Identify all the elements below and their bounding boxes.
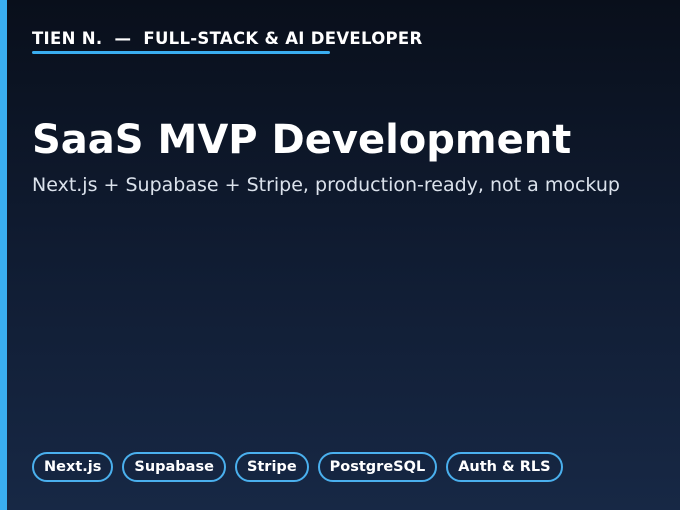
tag-auth-rls: Auth & RLS [446,452,563,482]
tag-stripe: Stripe [234,452,309,482]
tech-tag-list: Next.js Supabase Stripe PostgreSQL Auth … [32,452,563,482]
tag-nextjs: Next.js [32,452,114,482]
page-subtitle: Next.js + Supabase + Stripe, production-… [32,174,620,196]
header-underline [32,51,330,54]
tag-supabase: Supabase [122,452,226,482]
accent-bar [0,0,7,510]
tag-postgresql: PostgreSQL [317,452,438,482]
author-header: TIEN N. — FULL-STACK & AI DEVELOPER [32,29,423,48]
cover-card: TIEN N. — FULL-STACK & AI DEVELOPER SaaS… [0,0,680,510]
page-title: SaaS MVP Development [32,117,572,163]
